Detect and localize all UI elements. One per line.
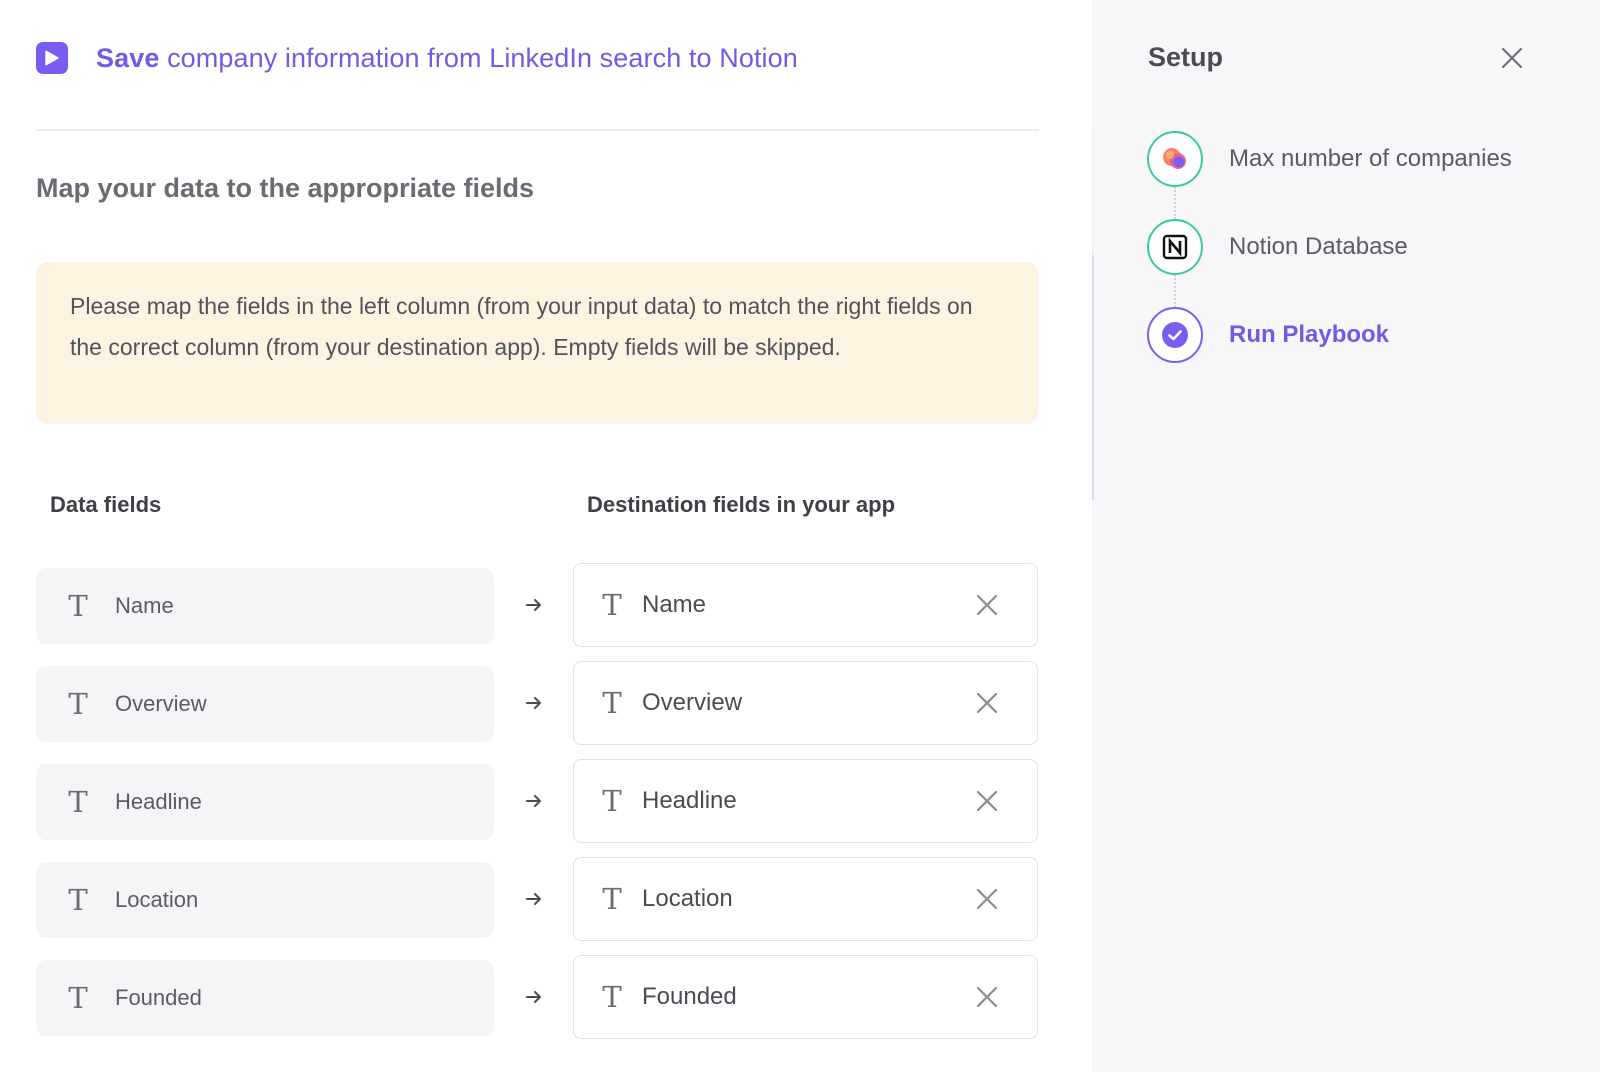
step-label: Run Playbook (1229, 321, 1390, 348)
mapping-row: T Location T Location (36, 857, 1038, 955)
arrow-right-icon (526, 893, 541, 905)
notion-icon (1162, 234, 1188, 260)
mapping-row: T Overview T Overview (36, 661, 1038, 759)
destination-field-label: Overview (642, 689, 743, 716)
mapping-instructions-notice: Please map the fields in the left column… (36, 262, 1038, 424)
close-icon (976, 790, 998, 812)
source-field: T Location (36, 862, 494, 938)
data-fields-heading: Data fields (50, 492, 162, 517)
destination-field-label: Name (642, 591, 707, 618)
mapping-row: T Founded T Founded (36, 955, 1038, 1053)
setup-step-max-companies[interactable]: Max number of companies (1147, 131, 1512, 187)
source-field-label: Name (115, 593, 174, 618)
close-icon (976, 692, 998, 714)
source-field: T Headline (36, 764, 494, 840)
playbook-header: Save company information from LinkedIn s… (36, 40, 798, 76)
source-field-label: Location (115, 887, 199, 912)
step-status-ring (1147, 307, 1203, 363)
setup-title: Setup (1148, 42, 1224, 72)
setup-step-notion-database[interactable]: Notion Database (1147, 219, 1408, 275)
text-type-icon: T (68, 980, 88, 1015)
mapping-row: T Name T Name (36, 563, 1038, 661)
text-type-icon: T (602, 587, 622, 622)
setup-sidebar: Setup Max number of companies Notion Dat… (1092, 0, 1600, 1072)
clear-field-button[interactable] (967, 683, 1007, 723)
text-type-icon: T (602, 881, 622, 916)
clear-field-button[interactable] (967, 977, 1007, 1017)
step-status-ring (1147, 219, 1203, 275)
arrow-right-icon (526, 991, 541, 1003)
text-type-icon: T (68, 784, 88, 819)
step-label: Notion Database (1229, 233, 1408, 260)
destination-field-label: Founded (642, 983, 737, 1010)
destination-field[interactable]: T Overview (573, 661, 1038, 745)
setup-step-run-playbook[interactable]: Run Playbook (1147, 307, 1389, 363)
field-mapping-list: T Name T Name T Overview T Overview T He… (36, 563, 1038, 1053)
text-type-icon: T (68, 588, 88, 623)
text-type-icon: T (68, 882, 88, 917)
destination-fields-heading: Destination fields in your app (587, 492, 896, 517)
destination-field-label: Location (642, 885, 733, 912)
close-setup-button[interactable] (1492, 38, 1532, 78)
destination-field[interactable]: T Founded (573, 955, 1038, 1039)
text-type-icon: T (68, 686, 88, 721)
step-status-ring (1147, 131, 1203, 187)
check-circle-icon (1162, 322, 1188, 348)
section-title: Map your data to the appropriate fields (36, 173, 535, 203)
destination-field[interactable]: T Headline (573, 759, 1038, 843)
source-field-label: Overview (115, 691, 207, 716)
step-label: Max number of companies (1229, 145, 1512, 172)
playbook-title-action: Save (96, 42, 160, 73)
arrow-right-icon (526, 599, 541, 611)
close-icon (976, 986, 998, 1008)
destination-field[interactable]: T Name (573, 563, 1038, 647)
close-icon (976, 888, 998, 910)
arrow-right-icon (526, 697, 541, 709)
close-icon (976, 594, 998, 616)
sidebar-scroll-track (1092, 130, 1093, 255)
playbook-title: Save company information from LinkedIn s… (96, 43, 798, 74)
destination-field-label: Headline (642, 787, 737, 814)
arrow-right-icon (526, 795, 541, 807)
playbook-title-description: company information from LinkedIn search… (167, 42, 798, 73)
clear-field-button[interactable] (967, 781, 1007, 821)
integration-logo-icon (1163, 148, 1186, 169)
source-field-label: Headline (115, 789, 202, 814)
text-type-icon: T (602, 783, 622, 818)
step-connector (1174, 275, 1176, 307)
main-panel: Save company information from LinkedIn s… (0, 0, 1092, 1072)
source-field-label: Founded (115, 985, 202, 1010)
source-field: T Founded (36, 960, 494, 1036)
clear-field-button[interactable] (967, 585, 1007, 625)
step-connector (1174, 187, 1176, 219)
text-type-icon: T (602, 685, 622, 720)
source-field: T Overview (36, 666, 494, 742)
close-icon (1502, 48, 1522, 68)
sidebar-scrollbar[interactable] (1092, 255, 1094, 500)
mapping-row: T Headline T Headline (36, 759, 1038, 857)
notice-text: Please map the fields in the left column… (70, 293, 973, 360)
clear-field-button[interactable] (967, 879, 1007, 919)
text-type-icon: T (602, 979, 622, 1014)
source-field: T Name (36, 568, 494, 644)
header-divider (36, 129, 1039, 131)
destination-field[interactable]: T Location (573, 857, 1038, 941)
play-icon[interactable] (36, 42, 68, 74)
